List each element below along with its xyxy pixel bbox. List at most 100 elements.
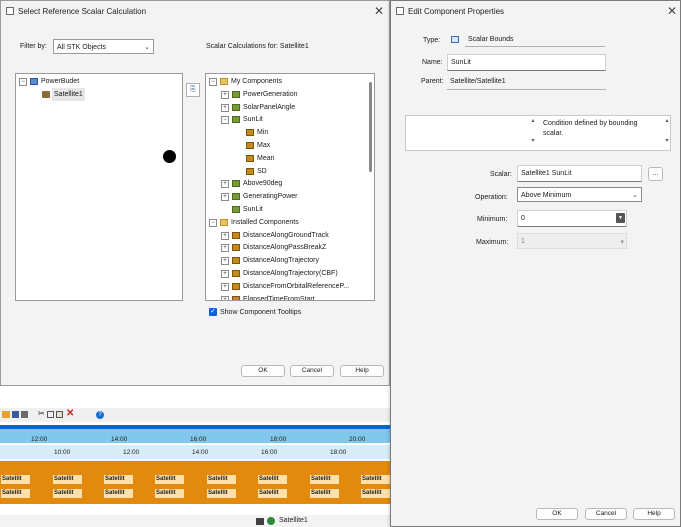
timeline-segment[interactable]: Satellit [258, 489, 287, 498]
calc-icon [232, 193, 240, 201]
expand-icon[interactable]: + [221, 180, 229, 189]
scalar-calculations-header: Scalar Calculations for: Satellite1 [206, 43, 309, 50]
parent-value: Satellite/Satellite1 [450, 78, 506, 85]
tree-node-label: PowerGeneration [243, 90, 298, 98]
tree-action-button[interactable]: ⎘ [186, 83, 200, 97]
minimum-field[interactable]: 0 ▼ [517, 210, 627, 227]
tree-node-label: Mean [257, 154, 275, 162]
timeline-segment[interactable]: Satellit [207, 475, 236, 484]
timeline-footer: Satellite1 [0, 515, 390, 527]
name-label: Name: [422, 59, 443, 66]
tree-node-label: SolarPanelAngle [243, 103, 296, 111]
tree-node-label: Min [257, 129, 269, 137]
tick-label: 12:00 [31, 436, 48, 443]
bar-icon [232, 295, 240, 300]
timeline-segment[interactable]: Satellit [155, 475, 184, 484]
expand-icon[interactable]: + [221, 295, 229, 300]
timeline-segment[interactable]: Satellit [1, 475, 30, 484]
save-icon[interactable] [12, 411, 19, 418]
calc-icon [232, 180, 240, 188]
expand-icon[interactable]: + [221, 257, 229, 266]
timeline-segment[interactable]: Satellit [361, 489, 390, 498]
help-button[interactable]: Help [340, 365, 384, 377]
collapse-icon[interactable]: − [19, 78, 27, 86]
paste-icon[interactable] [56, 411, 63, 418]
scrollbar[interactable] [369, 82, 372, 172]
expand-icon[interactable]: + [221, 270, 229, 278]
timeline-segment[interactable]: Satellit [310, 489, 339, 498]
unit-spinner-icon[interactable]: ▼ [616, 213, 625, 223]
tick-label: 12:00 [123, 449, 140, 456]
type-value: Scalar Bounds [468, 36, 514, 43]
timeline-segment[interactable]: Satellit [1, 489, 30, 498]
timeline-segment[interactable]: Satellit [258, 475, 287, 484]
expand-icon[interactable]: + [221, 193, 229, 202]
timeline-scale-top: 12:00 14:00 16:00 18:00 20:00 [0, 429, 390, 443]
timeline-segment[interactable]: Satellit [53, 475, 82, 484]
bar-icon [246, 142, 254, 149]
operation-select[interactable]: Above Minimum ⌄ [517, 187, 642, 202]
unit-spinner-icon: ▾ [620, 239, 624, 246]
filter-select[interactable]: All STK Objects ⌄ [53, 39, 154, 54]
tree-node-label: DistanceAlongGroundTrack [243, 231, 329, 239]
delete-icon[interactable]: ✕ [66, 408, 74, 419]
timeline-segment[interactable]: Satellit [104, 475, 133, 484]
cancel-button[interactable]: Cancel [290, 365, 334, 377]
name-field-value: SunLit [451, 59, 471, 66]
cursor-dot-icon [163, 150, 176, 163]
objects-tree: − PowerBudet Satellite1 [15, 73, 183, 301]
app-icon [6, 7, 14, 15]
timeline-segment[interactable]: Satellit [207, 489, 236, 498]
expand-icon[interactable]: + [221, 90, 229, 99]
timeline-segment[interactable]: Satellit [310, 475, 339, 484]
bar-icon [232, 257, 240, 265]
dialog-title: Edit Component Properties [408, 7, 505, 16]
browse-button[interactable]: ... [648, 167, 663, 181]
tree-node-label: DistanceAlongTrajectory(CBF) [243, 270, 338, 277]
maximum-field: 1 ▾ [517, 233, 627, 249]
copy-icon[interactable] [47, 411, 54, 418]
left-scroll-arrows[interactable]: ▴ ▾ [529, 116, 537, 150]
close-icon[interactable]: ✕ [664, 3, 680, 19]
bar-icon [246, 154, 254, 162]
calc-icon [232, 116, 240, 124]
collapse-icon[interactable]: − [221, 116, 229, 125]
scenario-icon [30, 78, 38, 85]
description-area: ▴ ▾ Condition defined by bounding scalar.… [405, 115, 671, 151]
select-reference-dialog: Select Reference Scalar Calculation ✕ Fi… [0, 0, 390, 386]
close-icon[interactable]: ✕ [371, 3, 387, 19]
timeline-segment[interactable]: Satellit [104, 489, 133, 498]
ok-button[interactable]: OK [536, 508, 578, 520]
expand-icon[interactable]: + [221, 282, 229, 291]
timeline-segment[interactable]: Satellit [155, 489, 184, 498]
cut-icon[interactable]: ✂ [38, 409, 45, 418]
timeline-panel: ✂ ✕ ? 12:00 14:00 16:00 18:00 20:00 10:0… [0, 386, 390, 527]
tick-label: 14:00 [111, 436, 128, 443]
help-button[interactable]: Help [633, 508, 675, 520]
timeline-segment[interactable]: Satellit [53, 489, 82, 498]
scalar-calculations-tree: − My Components + PowerGeneration + SolarPane… [205, 73, 375, 301]
scalar-label: Scalar: [490, 171, 512, 178]
edit-icon[interactable] [2, 411, 10, 418]
show-tooltips-checkbox[interactable]: ✓ [209, 308, 217, 316]
timeline-segment[interactable]: Satellit [361, 475, 390, 484]
tree-node-label: ElapsedTimeFromStart [243, 295, 315, 301]
ok-button[interactable]: OK [241, 365, 285, 377]
cancel-button[interactable]: Cancel [585, 508, 627, 520]
collapse-icon[interactable]: − [209, 218, 217, 227]
name-field[interactable]: SunLit [447, 54, 606, 71]
scalar-field[interactable]: Satellite1 SunLit [517, 165, 642, 182]
tree-node-label: My Components [231, 78, 282, 85]
tick-label: 18:00 [270, 436, 287, 443]
collapse-icon[interactable]: − [209, 78, 217, 86]
operation-label: Operation: [475, 194, 508, 201]
calc-icon [232, 90, 240, 98]
expand-icon[interactable]: + [221, 231, 229, 240]
timeline-track: Satellit Satellit Satellit Satellit Satellit… [0, 474, 390, 485]
expand-icon[interactable]: + [221, 103, 229, 112]
properties-icon[interactable] [21, 411, 28, 418]
right-scroll-arrows[interactable]: ▴ ▾ [663, 116, 671, 150]
expand-icon[interactable]: + [221, 244, 229, 253]
edit-component-dialog: Edit Component Properties ✕ Type: Scalar… [390, 0, 681, 527]
help-icon[interactable]: ? [96, 411, 104, 419]
